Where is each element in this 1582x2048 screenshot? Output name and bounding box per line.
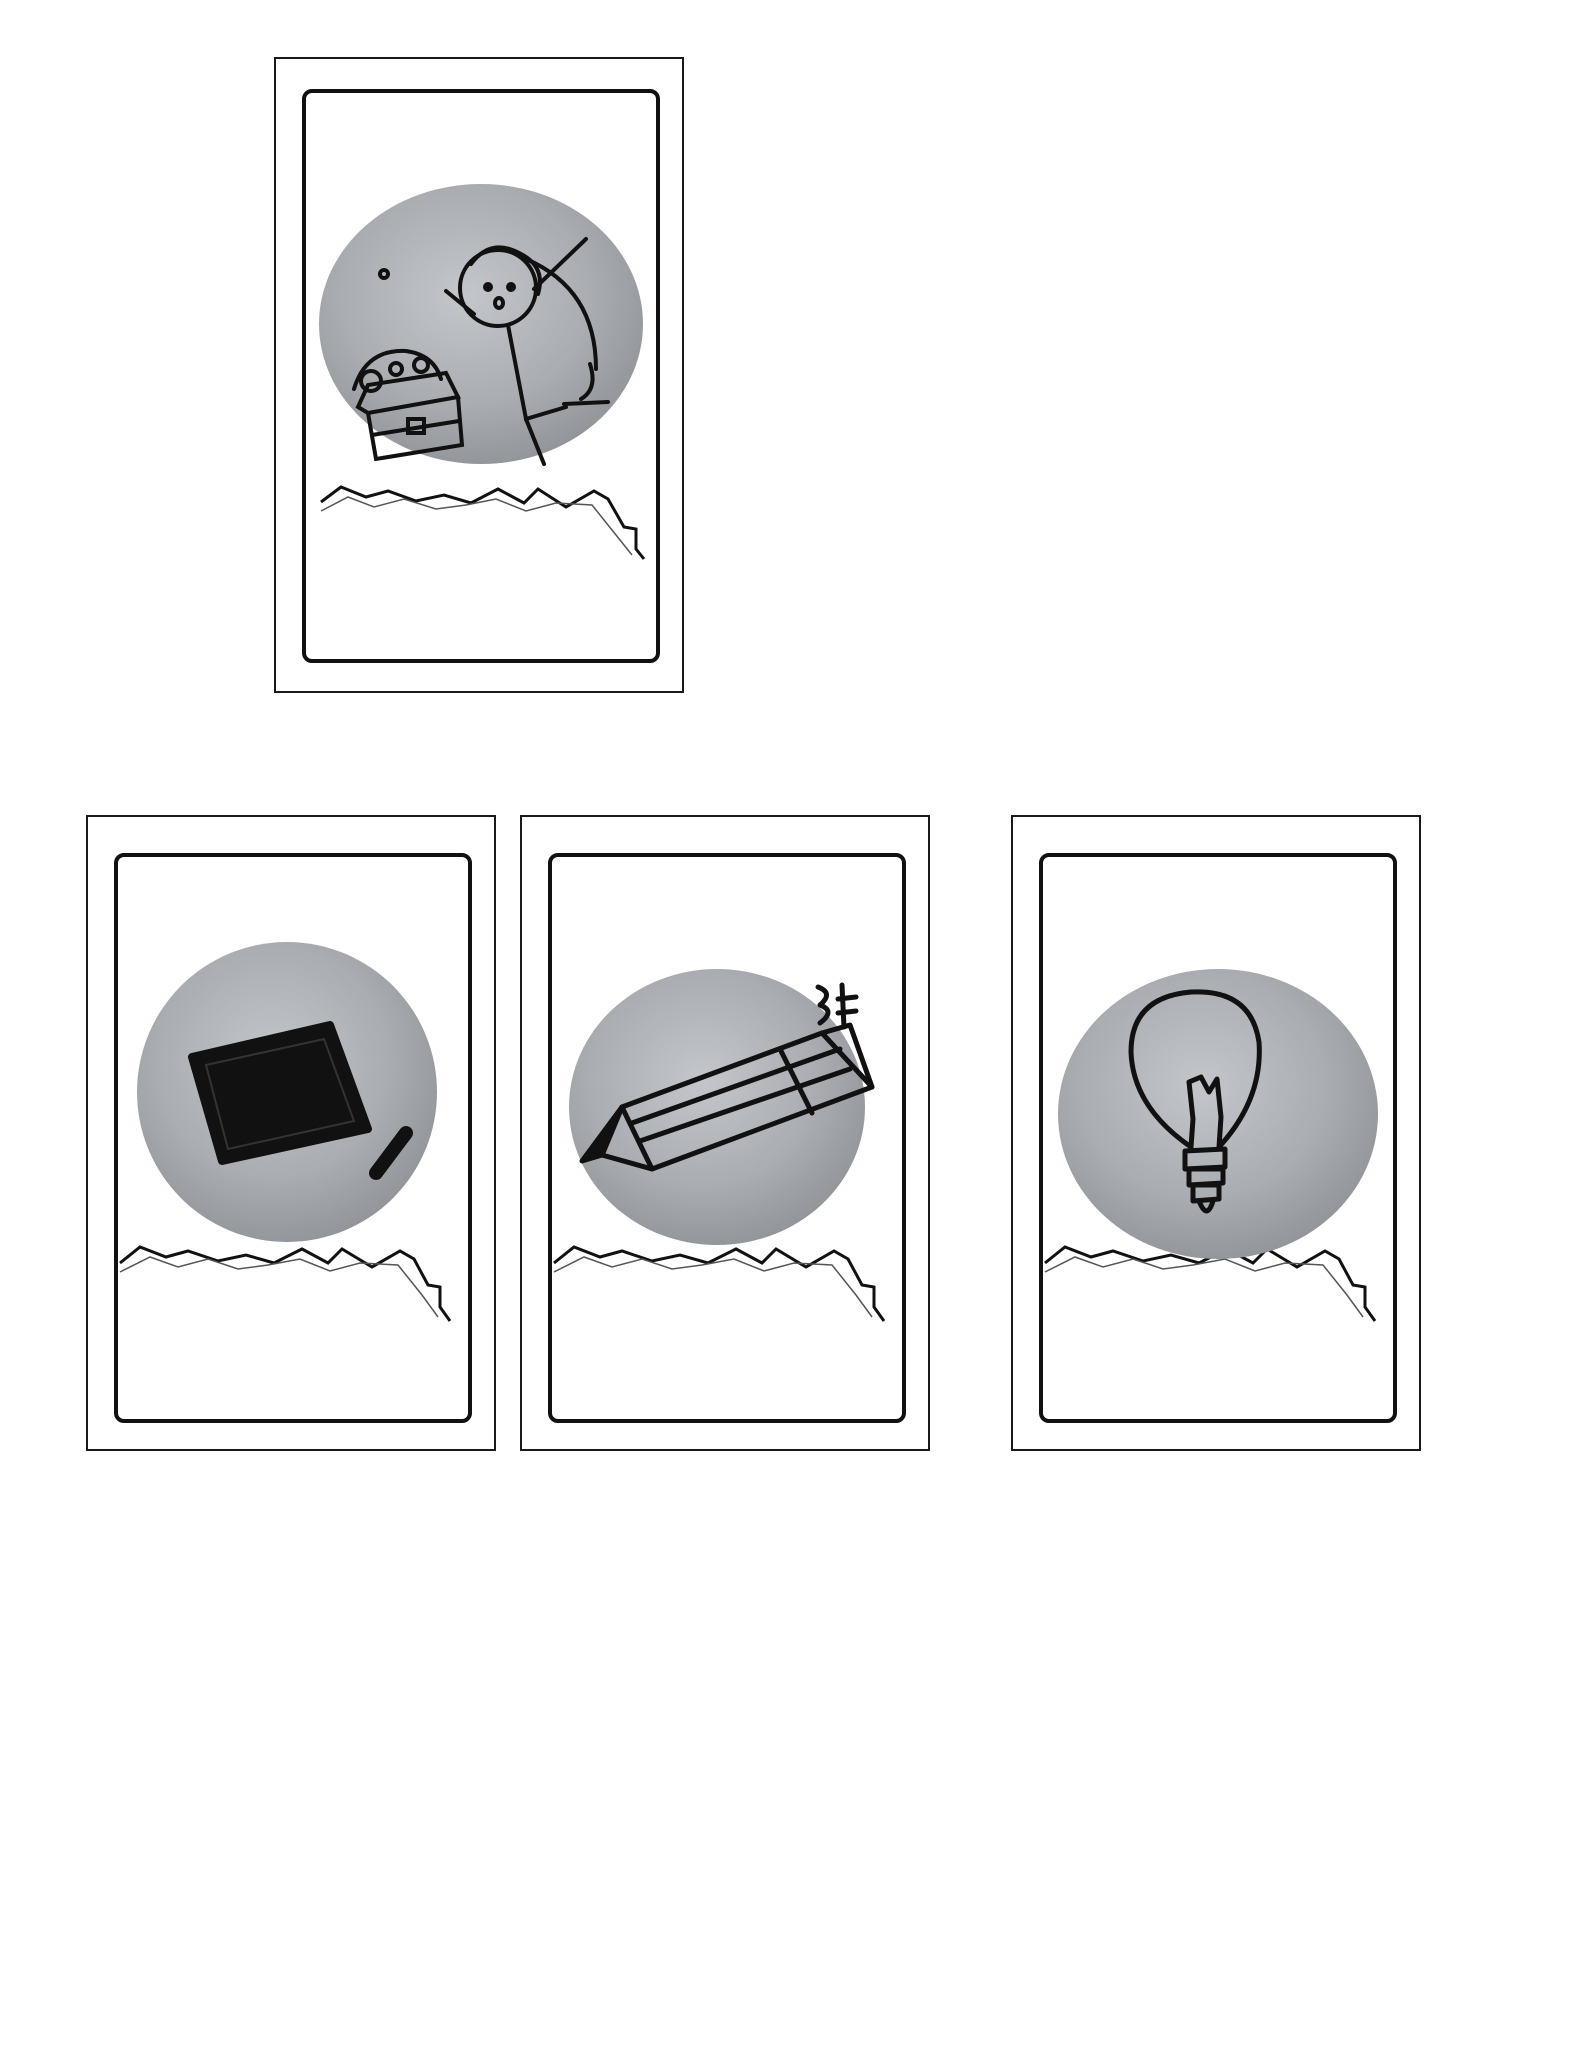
card-light-bulb[interactable] <box>1011 815 1421 1451</box>
torn-paper-edge <box>320 485 646 560</box>
card-chalkboard[interactable] <box>86 815 496 1451</box>
card-sheet: { "sheet": { "cards": [ {"id": "card-1",… <box>0 0 1582 2048</box>
stone-circle <box>1058 969 1378 1259</box>
card-art <box>1039 853 1397 1423</box>
card-pencil[interactable] <box>520 815 930 1451</box>
card-art <box>548 853 906 1423</box>
card-art <box>114 853 472 1423</box>
card-art <box>302 89 660 663</box>
torn-paper-edge <box>553 1245 886 1322</box>
torn-paper-edge <box>119 1245 452 1322</box>
card-stick-figure-treasure[interactable] <box>274 57 684 693</box>
